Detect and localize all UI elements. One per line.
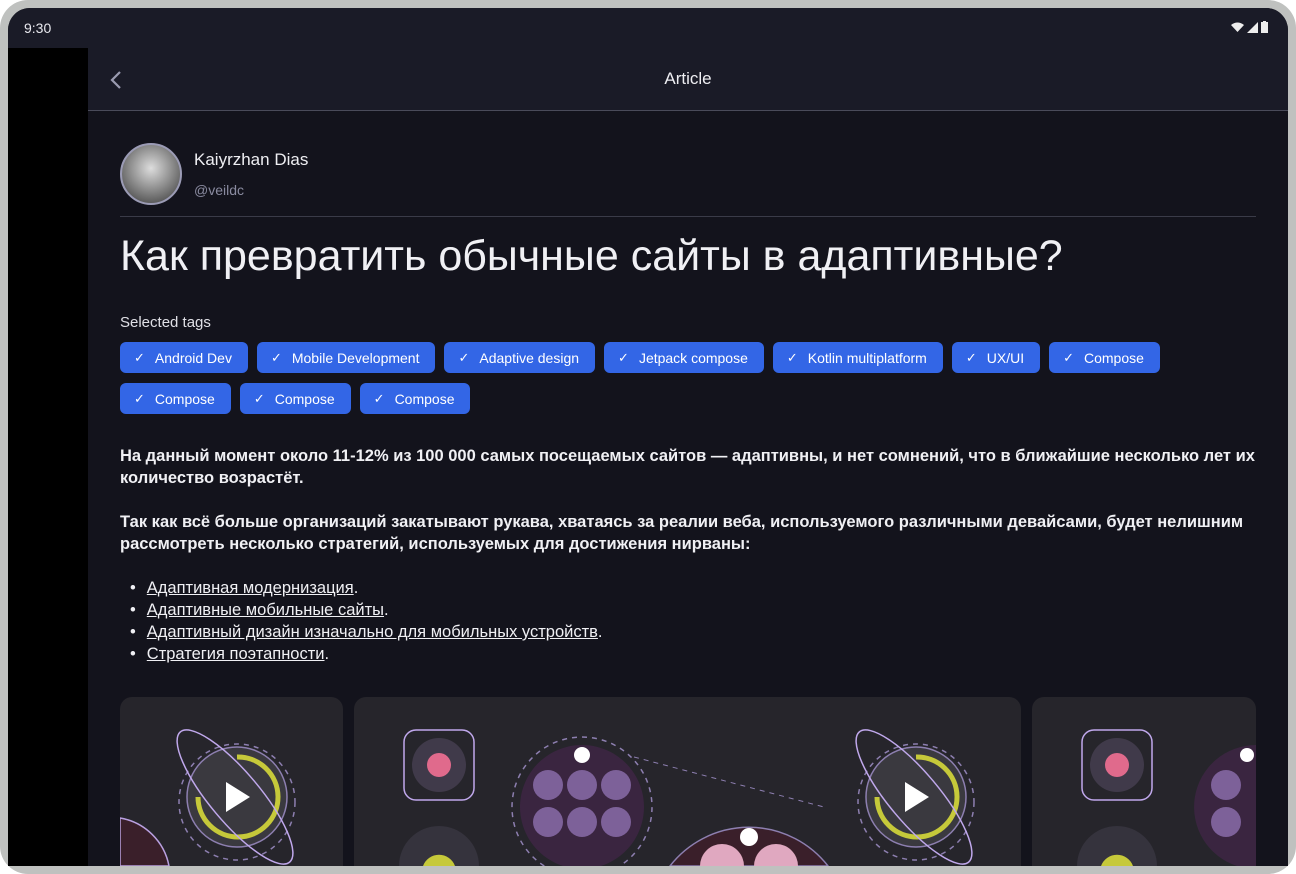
- tag-label: Compose: [154, 390, 215, 407]
- tag-chip[interactable]: ✓ Compose: [120, 383, 231, 414]
- author-info[interactable]: Kaiyrzhan Dias @veildc: [120, 143, 308, 205]
- link[interactable]: Адаптивная модернизация: [147, 579, 354, 597]
- check-icon: ✓: [134, 390, 145, 406]
- tag-label: Kotlin multiplatform: [807, 349, 927, 366]
- signal-icon: [1247, 21, 1258, 33]
- link[interactable]: Адаптивный дизайн изначально для мобильн…: [147, 623, 598, 641]
- period: .: [597, 623, 603, 641]
- status-icons: [1231, 21, 1268, 33]
- list-item: Адаптивная модернизация.: [130, 577, 1256, 599]
- tag-label: Android Dev: [154, 349, 232, 366]
- check-icon: ✓: [458, 349, 470, 365]
- device-frame: 9:30 Article Kaiyrzhan Dias @veildc Как …: [0, 0, 1296, 874]
- avatar[interactable]: [120, 143, 182, 205]
- tag-chip[interactable]: ✓ Compose: [1049, 342, 1160, 373]
- tag-label: Compose: [1084, 349, 1144, 366]
- tag-chip[interactable]: ✓ Compose: [359, 383, 471, 414]
- illustration-player: [120, 729, 296, 866]
- illustration-controls: [1077, 729, 1256, 866]
- tag-chip[interactable]: ✓ Compose: [239, 383, 351, 414]
- tag-chip[interactable]: ✓ UX/UI: [951, 342, 1041, 373]
- tags-list: ✓ Android Dev ✓ Mobile Development ✓ Adaptive…: [120, 342, 1220, 414]
- link[interactable]: Адаптивные мобильные сайты: [147, 601, 384, 619]
- tag-label: Compose: [274, 390, 335, 407]
- screen: 9:30 Article Kaiyrzhan Dias @veildc Как …: [8, 8, 1288, 866]
- author-name: Kaiyrzhan Dias: [194, 150, 309, 169]
- battery-icon: [1261, 21, 1268, 33]
- gallery-image[interactable]: [1032, 697, 1256, 866]
- check-icon: ✓: [270, 349, 282, 365]
- tags-label: Selected tags: [120, 314, 211, 331]
- check-icon: ✓: [373, 390, 385, 406]
- author-handle: @veildc: [194, 182, 245, 198]
- tag-label: Mobile Development: [291, 349, 420, 366]
- tag-label: Compose: [394, 390, 455, 407]
- divider: [120, 216, 1256, 217]
- check-icon: ✓: [1063, 349, 1074, 365]
- tag-label: Adaptive design: [479, 349, 580, 366]
- app-bar: Article: [88, 48, 1288, 111]
- period: .: [324, 645, 330, 663]
- list-item: Адаптивный дизайн изначально для мобильн…: [130, 621, 1256, 643]
- link[interactable]: Стратегия поэтапности: [147, 645, 325, 663]
- status-bar: 9:30: [8, 8, 1288, 48]
- tag-chip[interactable]: ✓ Adaptive design: [444, 342, 596, 373]
- check-icon: ✓: [253, 390, 265, 406]
- list-item: Адаптивные мобильные сайты.: [130, 599, 1256, 621]
- check-icon: ✓: [134, 349, 145, 365]
- tag-chip[interactable]: ✓ Jetpack compose: [604, 342, 764, 373]
- article-body: На данный момент около 11-12% из 100 000…: [120, 445, 1256, 665]
- gallery-image[interactable]: [120, 697, 343, 866]
- tag-label: Jetpack compose: [638, 349, 748, 366]
- app-bar-title: Article: [664, 69, 712, 88]
- check-icon: ✓: [786, 349, 798, 365]
- left-rail: [8, 48, 88, 866]
- list-item: Стратегия поэтапности.: [130, 643, 1256, 665]
- tag-label: UX/UI: [986, 349, 1025, 366]
- period: .: [384, 601, 389, 619]
- tag-chip[interactable]: ✓ Mobile Development: [256, 342, 436, 373]
- check-icon: ✓: [618, 349, 629, 365]
- tag-chip[interactable]: ✓ Android Dev: [120, 342, 248, 373]
- tag-chip[interactable]: ✓ Kotlin multiplatform: [772, 342, 943, 373]
- status-time: 9:30: [24, 20, 52, 36]
- period: .: [353, 579, 359, 597]
- paragraph: На данный момент около 11-12% из 100 000…: [120, 447, 1255, 487]
- strategy-list: Адаптивная модернизация. Адаптивные моби…: [130, 577, 1256, 665]
- check-icon: ✓: [965, 349, 977, 365]
- paragraph: Так как всё больше организаций закатываю…: [120, 513, 1244, 553]
- article-title: Как превратить обычные сайты в адаптивны…: [120, 232, 1063, 280]
- wifi-icon: [1231, 22, 1244, 32]
- illustration-controls: [399, 729, 975, 866]
- image-gallery[interactable]: [120, 697, 1256, 866]
- gallery-image[interactable]: [354, 697, 1021, 866]
